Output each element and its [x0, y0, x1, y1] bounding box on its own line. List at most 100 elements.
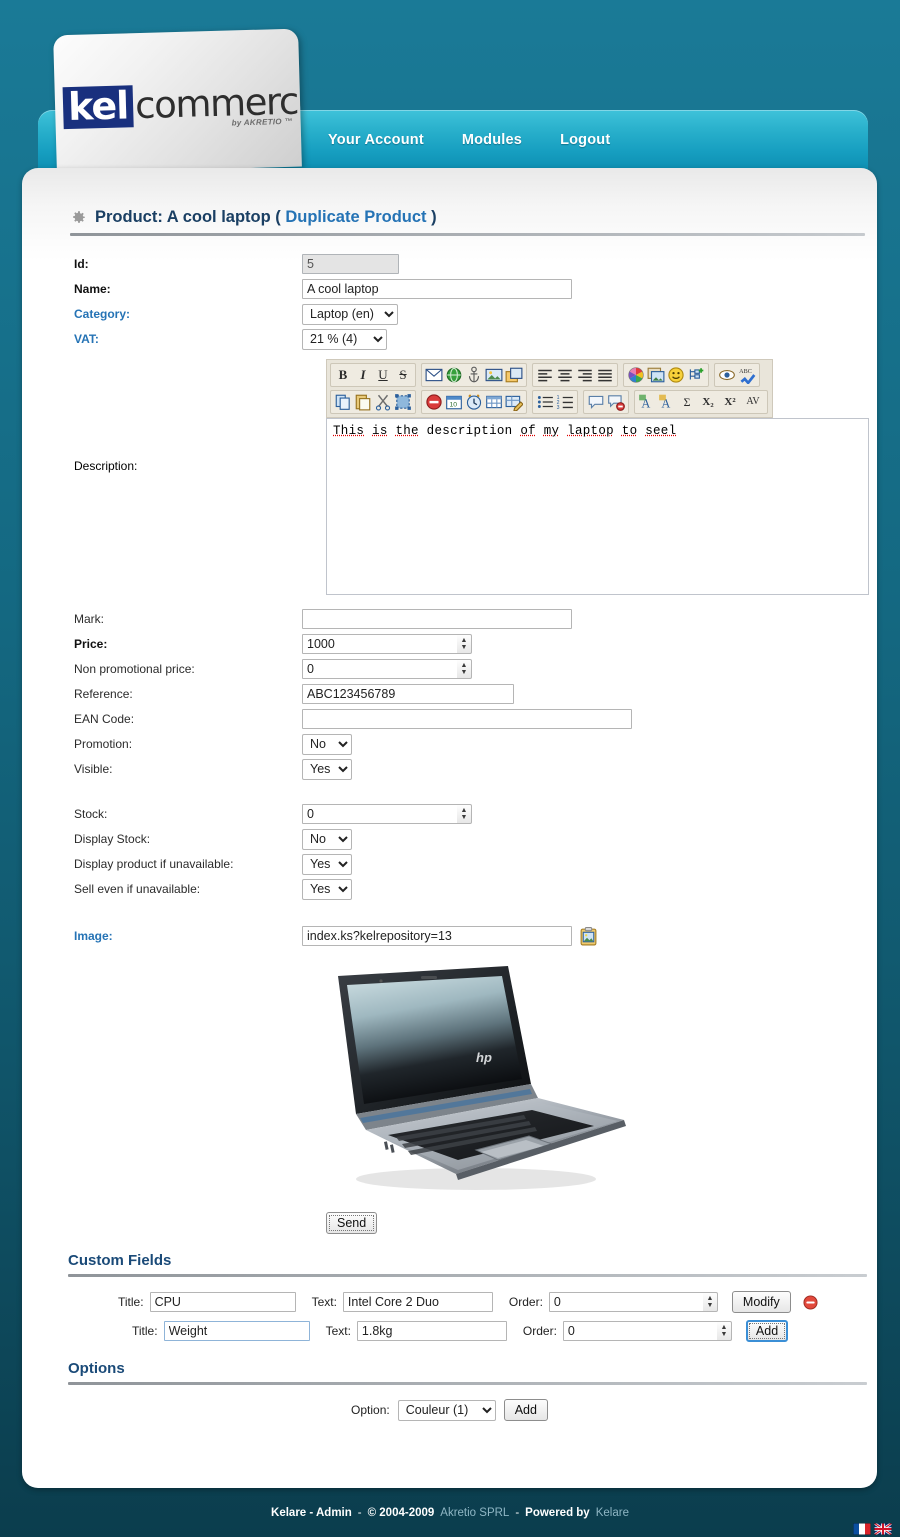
custom-field-order-input[interactable]	[548, 1292, 704, 1312]
globe-link-icon[interactable]	[445, 366, 463, 384]
edit-table-icon[interactable]	[505, 393, 523, 411]
stepper-down-icon[interactable]: ▼	[461, 814, 468, 821]
stepper-down-icon[interactable]: ▼	[461, 644, 468, 651]
field-row-visible: Visible: Yes	[74, 757, 849, 781]
description-textarea[interactable]: This is the description of my laptop to …	[326, 418, 869, 595]
stock-input[interactable]	[302, 804, 458, 824]
field-row-non-promotional-price: Non promotional price: ▲ ▼	[74, 657, 849, 681]
display-if-unavailable-label: Display product if unavailable:	[74, 857, 234, 871]
ean-code-input[interactable]	[302, 709, 632, 729]
stepper-up-icon[interactable]: ▲	[706, 1295, 713, 1302]
insert-image-icon[interactable]	[485, 366, 503, 384]
flag-uk-icon[interactable]	[874, 1523, 892, 1535]
non-promotional-price-input[interactable]	[302, 659, 458, 679]
display-if-unavailable-select[interactable]: Yes	[302, 853, 352, 875]
modify-custom-field-button[interactable]: Modify	[731, 1291, 791, 1313]
stepper-down-icon[interactable]: ▼	[720, 1331, 727, 1338]
send-button[interactable]: Send	[326, 1212, 378, 1234]
field-row-display-stock: Display Stock: No	[74, 827, 849, 851]
custom-field-title-input[interactable]	[149, 1292, 296, 1312]
table-icon[interactable]	[485, 393, 503, 411]
smiley-icon[interactable]	[667, 366, 685, 384]
bold-icon[interactable]: B	[334, 366, 352, 384]
underline-icon[interactable]: U	[374, 366, 392, 384]
cut-scissors-icon[interactable]	[374, 393, 392, 411]
remove-comment-icon[interactable]	[607, 393, 625, 411]
custom-field-order-input[interactable]	[562, 1321, 718, 1341]
custom-field-text-input[interactable]	[342, 1292, 493, 1312]
field-row-promotion: Promotion: No	[74, 732, 849, 756]
duplicate-product-link[interactable]: Duplicate Product	[285, 208, 426, 226]
text-color-icon[interactable]: A	[638, 393, 656, 411]
product-form: Id: Name: Category: Laptop (en)	[50, 252, 869, 1234]
stepper-up-icon[interactable]: ▲	[461, 637, 468, 644]
picture-browse-icon[interactable]	[580, 926, 597, 946]
page-title-suffix: )	[431, 208, 437, 226]
copy-icon[interactable]	[334, 393, 352, 411]
background-color-icon[interactable]: A	[658, 393, 676, 411]
nav-item-logout[interactable]: Logout	[560, 132, 610, 148]
superscript-icon[interactable]: X²	[720, 393, 740, 411]
custom-field-text-input[interactable]	[356, 1321, 507, 1341]
price-stepper[interactable]: ▲ ▼	[457, 634, 472, 654]
align-center-icon[interactable]	[556, 366, 574, 384]
add-option-button[interactable]: Add	[503, 1399, 548, 1421]
flag-france-icon[interactable]	[853, 1523, 871, 1535]
stepper-up-icon[interactable]: ▲	[461, 662, 468, 669]
new-window-icon[interactable]	[505, 366, 523, 384]
special-character-icon[interactable]: Σ	[678, 393, 696, 411]
add-custom-field-button[interactable]: Add	[745, 1320, 789, 1342]
select-all-icon[interactable]	[394, 393, 412, 411]
stepper-up-icon[interactable]: ▲	[461, 807, 468, 814]
italic-icon[interactable]: I	[354, 366, 372, 384]
kerning-icon[interactable]: AV	[742, 393, 764, 411]
non-promotional-price-stepper[interactable]: ▲ ▼	[457, 659, 472, 679]
preview-eye-icon[interactable]	[718, 366, 736, 384]
sell-if-unavailable-select[interactable]: Yes	[302, 878, 352, 900]
paste-icon[interactable]	[354, 393, 372, 411]
image-input[interactable]	[302, 926, 572, 946]
reference-input[interactable]	[302, 684, 514, 704]
mark-input[interactable]	[302, 609, 572, 629]
toolbar-group-clipboard	[330, 390, 416, 414]
stepper-up-icon[interactable]: ▲	[720, 1324, 727, 1331]
nav-item-your-account[interactable]: Your Account	[328, 132, 424, 148]
align-right-icon[interactable]	[576, 366, 594, 384]
stock-stepper[interactable]: ▲ ▼	[457, 804, 472, 824]
display-stock-select[interactable]: No	[302, 828, 352, 850]
stepper-down-icon[interactable]: ▼	[461, 669, 468, 676]
unlink-icon[interactable]	[425, 393, 443, 411]
option-select[interactable]: Couleur (1)	[397, 1399, 496, 1421]
price-input[interactable]	[302, 634, 458, 654]
align-left-icon[interactable]	[536, 366, 554, 384]
promotion-select[interactable]: No	[302, 733, 352, 755]
calendar-date-icon[interactable]: 10	[445, 393, 463, 411]
numbered-list-icon[interactable]: 1 2 3	[556, 393, 574, 411]
tree-add-icon[interactable]	[687, 366, 705, 384]
field-row-sell-if-unavailable: Sell even if unavailable: Yes	[74, 877, 849, 901]
vat-select[interactable]: 21 % (4)	[302, 328, 387, 350]
color-wheel-icon[interactable]	[627, 366, 645, 384]
category-select[interactable]: Laptop (en)	[302, 303, 398, 325]
id-input[interactable]	[302, 254, 399, 274]
custom-field-order-stepper[interactable]: ▲ ▼	[702, 1292, 718, 1312]
strikethrough-icon[interactable]: S	[394, 366, 412, 384]
category-label: Category:	[74, 307, 131, 321]
subscript-icon[interactable]: X₂	[698, 393, 718, 411]
brand-logo[interactable]: kel commerce by AKRETIO ™	[53, 28, 302, 174]
clock-icon[interactable]	[465, 393, 483, 411]
custom-field-title-input[interactable]	[163, 1321, 310, 1341]
align-justify-icon[interactable]	[596, 366, 614, 384]
email-link-icon[interactable]	[425, 366, 443, 384]
nav-item-modules[interactable]: Modules	[462, 132, 522, 148]
visible-select[interactable]: Yes	[302, 758, 352, 780]
image-gallery-icon[interactable]	[647, 366, 665, 384]
stepper-down-icon[interactable]: ▼	[706, 1302, 713, 1309]
anchor-icon[interactable]	[465, 366, 483, 384]
add-comment-icon[interactable]	[587, 393, 605, 411]
custom-field-order-stepper[interactable]: ▲ ▼	[716, 1321, 732, 1341]
spellcheck-abc-icon[interactable]: ABC	[738, 366, 756, 384]
bullet-list-icon[interactable]	[536, 393, 554, 411]
name-input[interactable]	[302, 279, 572, 299]
delete-custom-field-icon[interactable]	[803, 1294, 818, 1310]
